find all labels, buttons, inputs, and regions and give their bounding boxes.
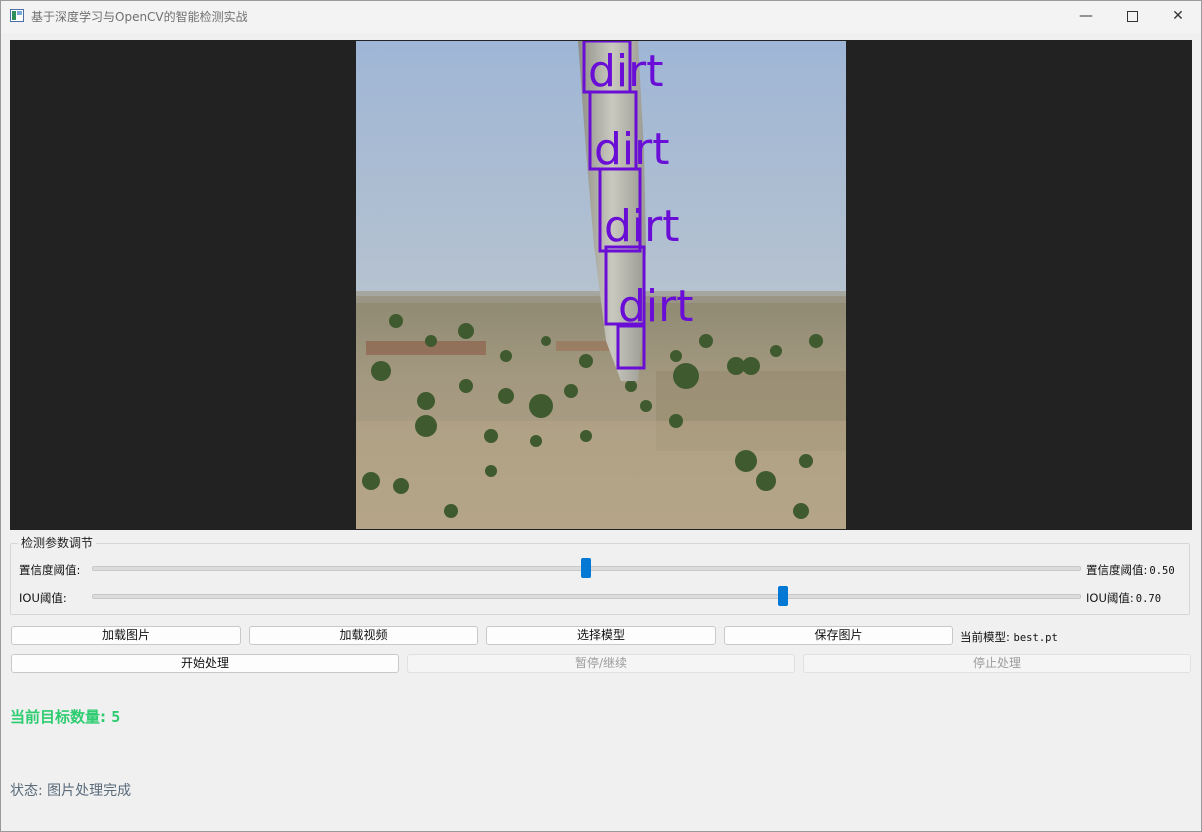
target-count-value: 5 [111, 708, 121, 726]
confidence-value-label: 置信度阈值: [1086, 563, 1148, 577]
confidence-value-display: 置信度阈值: 0.50 [1086, 562, 1175, 578]
detection-label: dirt [618, 281, 694, 332]
confidence-label: 置信度阈值: [19, 563, 81, 577]
close-icon: ✕ [1172, 8, 1184, 24]
detection-image: dirt dirt dirt dirt [356, 41, 846, 529]
minimize-button[interactable]: — [1063, 1, 1109, 33]
current-model-label: 当前模型: [960, 630, 1010, 644]
stop-button[interactable]: 停止处理 [803, 654, 1191, 673]
title-bar: 基于深度学习与OpenCV的智能检测实战 — ✕ [1, 1, 1201, 33]
minimize-icon: — [1079, 8, 1093, 24]
params-group-title: 检测参数调节 [18, 534, 97, 551]
iou-value-label: IOU阈值: [1086, 591, 1134, 605]
target-count-label: 当前目标数量: [10, 708, 106, 726]
detection-label: dirt [594, 124, 670, 175]
maximize-button[interactable] [1109, 1, 1155, 33]
close-button[interactable]: ✕ [1155, 1, 1201, 33]
confidence-value: 0.50 [1149, 565, 1175, 577]
iou-slider[interactable] [92, 594, 1081, 599]
status-text: 状态: 图片处理完成 [10, 783, 132, 799]
iou-slider-handle[interactable] [777, 586, 788, 606]
iou-value: 0.70 [1135, 593, 1162, 605]
detection-label: dirt [604, 201, 680, 252]
window-title: 基于深度学习与OpenCV的智能检测实战 [31, 10, 248, 24]
select-model-button[interactable]: 选择模型 [486, 626, 716, 645]
app-icon [10, 9, 24, 22]
load-video-button[interactable]: 加载视频 [249, 626, 478, 645]
image-display: dirt dirt dirt dirt [10, 40, 1192, 530]
maximize-icon [1126, 11, 1138, 22]
confidence-slider-handle[interactable] [580, 558, 591, 578]
iou-value-display: IOU阈值: 0.70 [1086, 590, 1161, 606]
save-image-button[interactable]: 保存图片 [724, 626, 953, 645]
iou-label: IOU阈值: [19, 591, 67, 605]
pause-resume-button[interactable]: 暂停/继续 [407, 654, 795, 673]
target-count-display: 当前目标数量: 5 [10, 706, 120, 727]
detection-label: dirt [588, 46, 664, 97]
start-button[interactable]: 开始处理 [11, 654, 399, 673]
current-model-name: best.pt [1013, 632, 1058, 644]
detection-params-group [10, 543, 1190, 615]
current-model-display: 当前模型: best.pt [960, 629, 1058, 645]
load-image-button[interactable]: 加载图片 [11, 626, 241, 645]
